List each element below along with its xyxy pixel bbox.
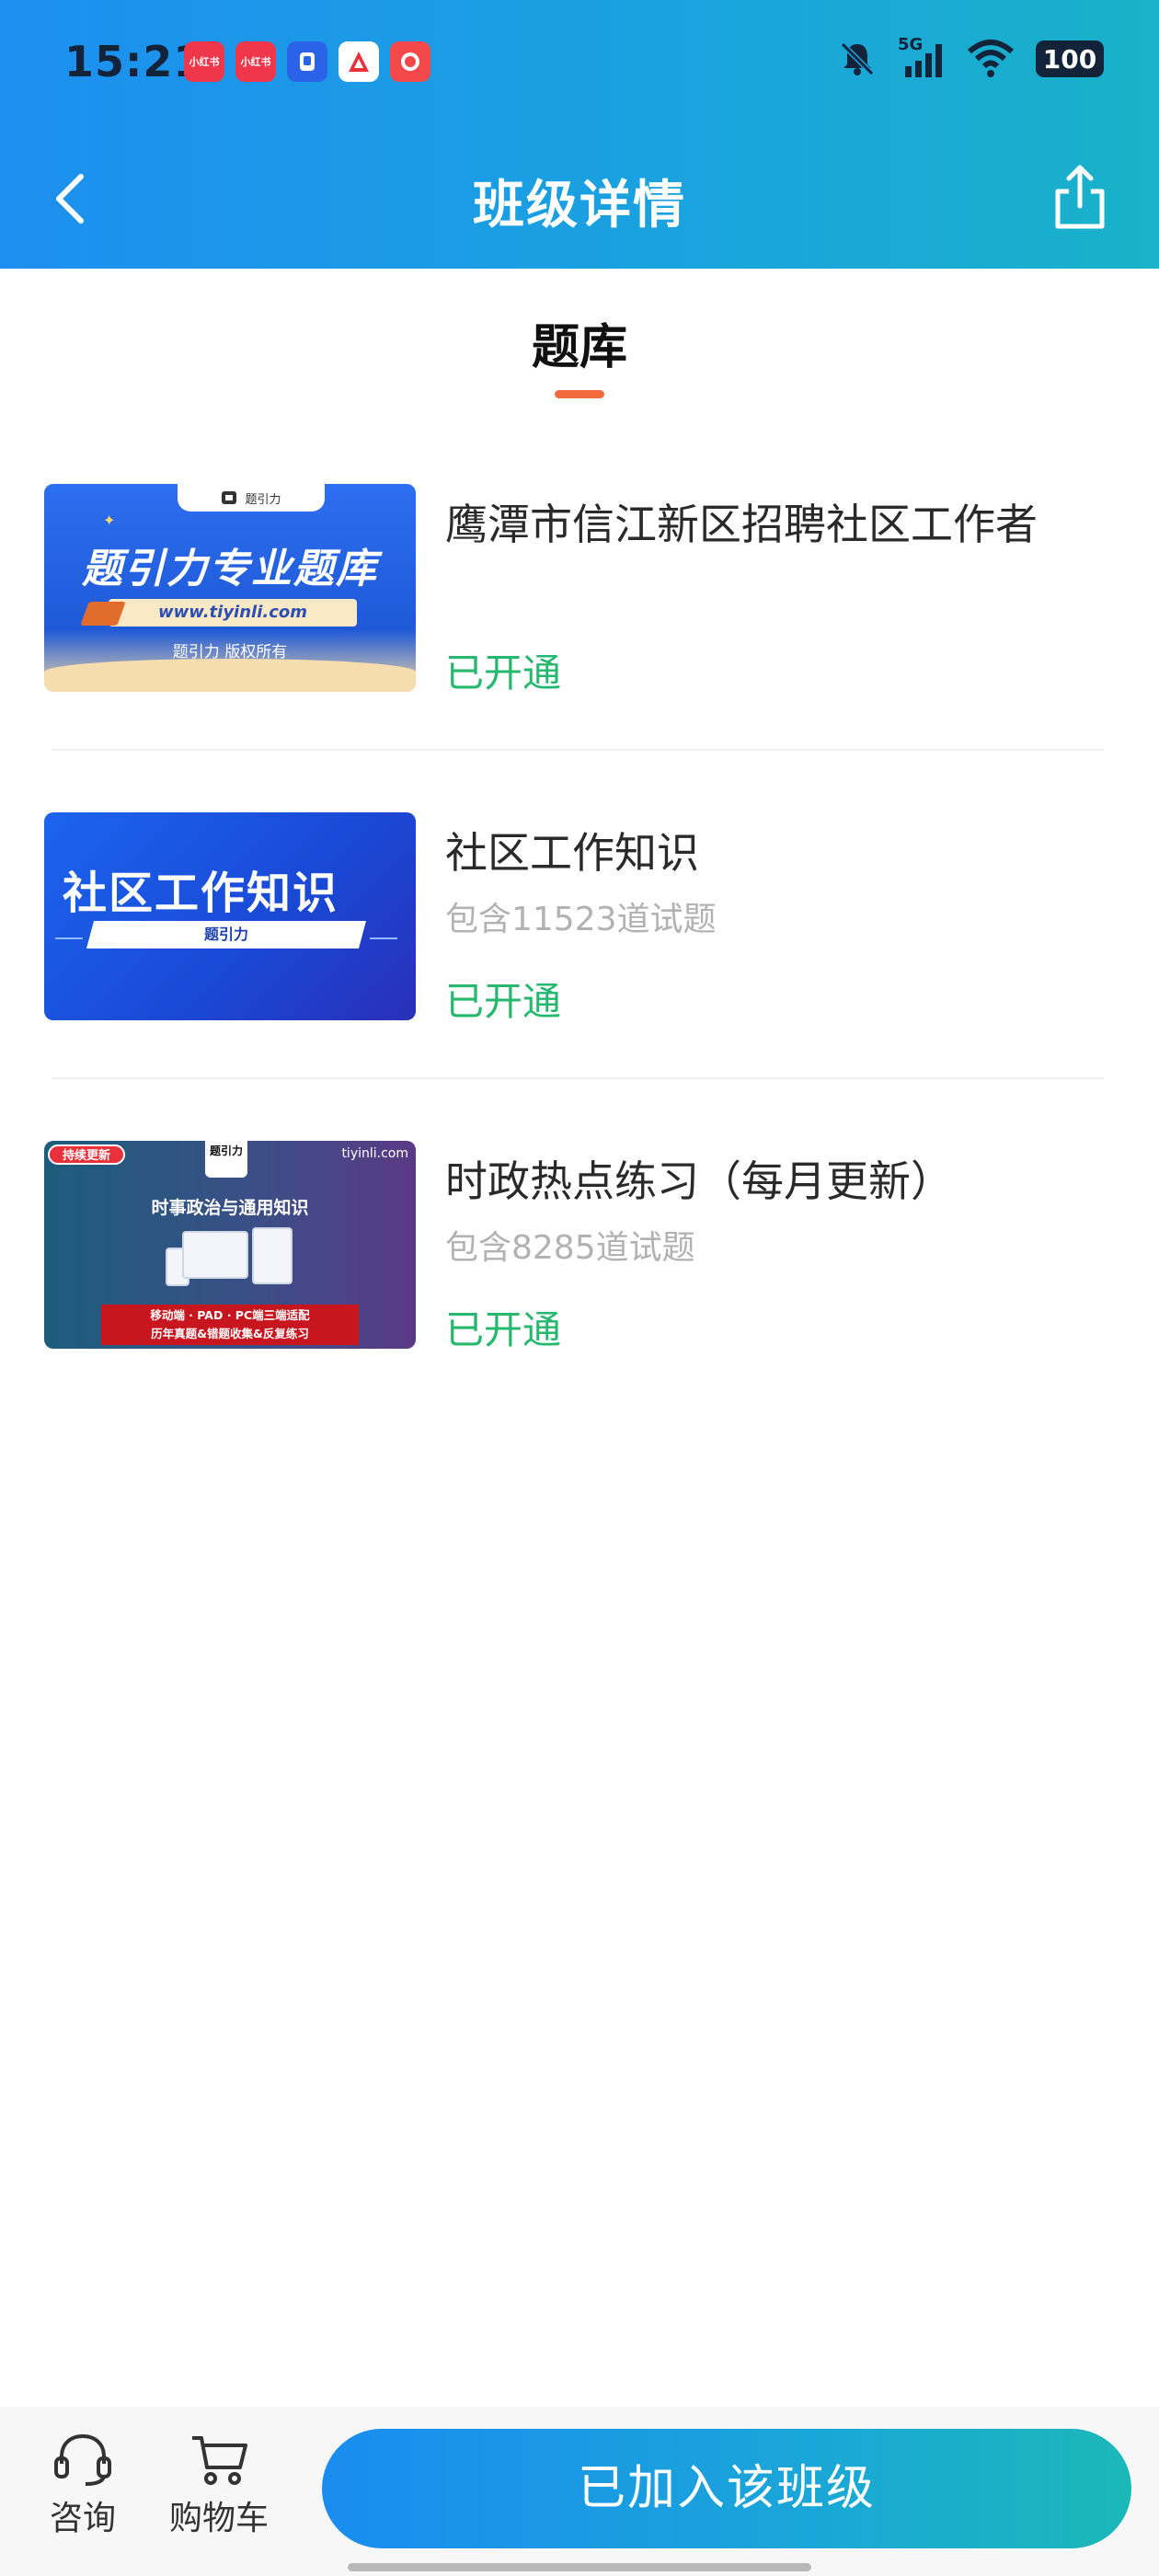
cart-icon [192,2436,247,2485]
tab-question-bank[interactable]: 题库 [0,308,1159,377]
item-status: 已开通 [445,1307,562,1352]
logo-icon [222,491,237,504]
question-bank-item[interactable]: 社区工作知识 题引力 社区工作知识 包含11523道试题 已开通 [0,812,1159,1141]
tab-active-underline [555,390,604,398]
laptop-device-icon [182,1231,248,1279]
thumb-badge: 持续更新 [48,1144,126,1165]
item-thumbnail: 持续更新 题引力 tiyinli.com 时事政治与通用知识 移动端 · PAD… [44,1141,416,1349]
item-title: 社区工作知识 [445,828,699,878]
item-question-count: 包含8285道试题 [445,1229,695,1267]
thumb-big-text: 题引力专业题库 [82,546,378,592]
wifi-icon [968,40,1014,77]
xiaohongshu-icon: 小红书 [184,41,224,82]
share-button[interactable] [1050,158,1109,232]
item-thumbnail: 社区工作知识 题引力 [44,812,416,1020]
nav-bar: 班级详情 [0,138,1159,258]
thumb-band: 题引力 [86,921,367,949]
tab-label: 题库 [531,320,627,375]
divider [52,1077,1104,1079]
mute-bell-icon [840,41,875,76]
share-icon [1055,165,1105,229]
item-thumbnail: 题引力 ✦ 题引力专业题库 www.tiyinli.com 题引力 版权所有 [44,484,416,692]
thumb-line [370,937,397,939]
bottom-action-bar: 咨询 购物车 已加入该班级 [0,2407,1159,2576]
thumb-site: tiyinli.com [341,1146,408,1161]
thumb-logo: 题引力 [205,1141,247,1178]
app-orange-icon [390,41,430,82]
status-bar: 15:21 小红书 小红书 5G 100 [0,0,1159,129]
headset-icon [54,2433,111,2486]
divider [52,749,1104,751]
app-white-icon [339,41,379,82]
item-title: 鹰潭市信江新区招聘社区工作者 [445,500,1038,549]
status-indicators: 5G 100 [837,35,1104,79]
joined-class-button[interactable]: 已加入该班级 [322,2429,1131,2548]
star-icon: ✦ [103,512,116,529]
thumb-top-tab: 题引力 [178,484,325,512]
thumb-big-text: 社区工作知识 [63,868,339,919]
xiaohongshu-icon: 小红书 [235,41,276,82]
item-status: 已开通 [445,979,562,1024]
thumb-heading: 时事政治与通用知识 [151,1198,309,1218]
cart-label: 购物车 [168,2500,269,2537]
page-title: 班级详情 [473,176,686,236]
class-detail-page: 15:21 小红书 小红书 5G 100 班级详情 题库 题引力 ✦ 题引力专业… [0,0,1159,2576]
app-blue-icon [287,41,327,82]
signal-5g-icon: 5G [898,35,946,79]
status-time: 15:21 [64,37,204,86]
thumb-base-decoration [44,659,416,692]
consult-label: 咨询 [49,2500,116,2537]
consult-button[interactable]: 咨询 [18,2432,147,2539]
thumb-line [55,937,83,939]
tablet-device-icon [252,1227,293,1284]
header: 15:21 小红书 小红书 5G 100 班级详情 [0,0,1159,269]
thumb-feature-box: 移动端 · PAD · PC端三端适配 历年真题&错题收集&反复练习 [101,1305,359,1345]
home-indicator[interactable] [348,2563,811,2571]
thumb-url: www.tiyinli.com [109,599,357,627]
item-title: 时政热点练习（每月更新） [445,1156,953,1206]
item-question-count: 包含11523道试题 [445,901,717,938]
battery-indicator: 100 [1036,40,1104,77]
cart-button[interactable]: 购物车 [155,2432,283,2539]
question-bank-item[interactable]: 题引力 ✦ 题引力专业题库 www.tiyinli.com 题引力 版权所有 鹰… [0,484,1159,812]
notification-app-icons: 小红书 小红书 [184,41,430,82]
question-bank-item[interactable]: 持续更新 题引力 tiyinli.com 时事政治与通用知识 移动端 · PAD… [0,1141,1159,1469]
item-status: 已开通 [445,650,562,696]
